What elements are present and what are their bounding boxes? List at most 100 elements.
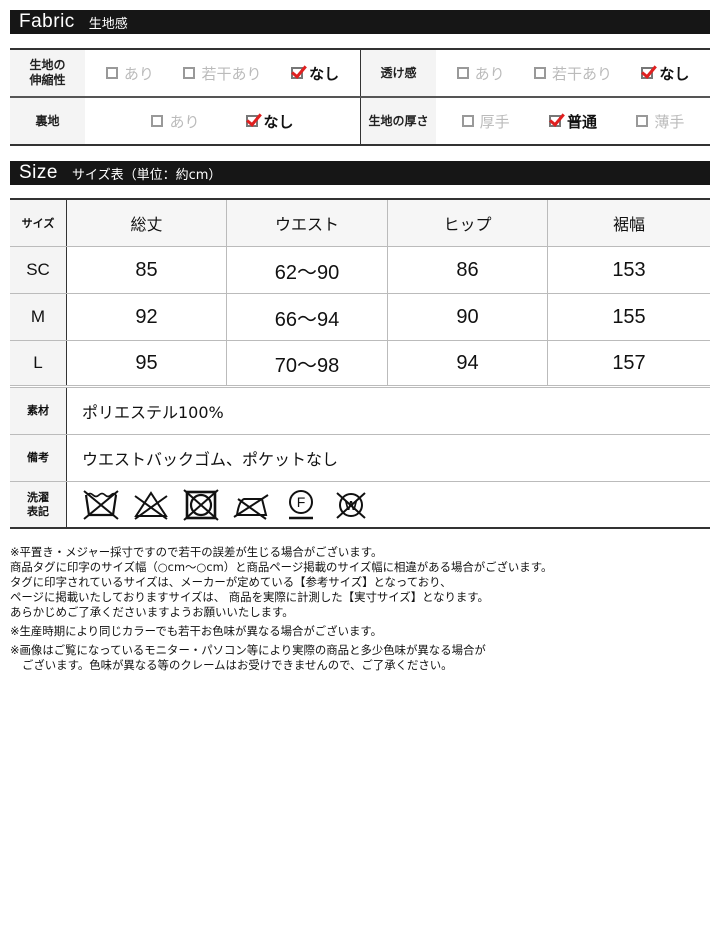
- checkbox-checked-icon: [245, 115, 258, 127]
- option-label: 厚手: [479, 112, 510, 131]
- option-label: あり: [123, 64, 154, 83]
- table-row: L 95 70〜98 94 157: [10, 341, 710, 388]
- option-label: なし: [659, 64, 690, 83]
- sheerness-cell: 透け感 あり 若干あり なし: [361, 50, 710, 96]
- table-row: SC 85 62〜90 86 153: [10, 247, 710, 294]
- option-label: 若干あり: [201, 64, 262, 83]
- sheerness-label: 透け感: [361, 50, 436, 96]
- fabric-row: 生地の 伸縮性 あり 若干あり なし 透け感 あり 若干あり なし: [10, 50, 710, 98]
- lining-option-none[interactable]: なし: [245, 111, 294, 132]
- remarks-row: 備考 ウエストバックゴム、ポケットなし: [10, 435, 710, 482]
- checkbox-unchecked-icon: [183, 67, 196, 79]
- size-section-header: Size サイズ表（単位：約cm）: [10, 161, 710, 185]
- lining-label: 裏地: [10, 98, 85, 144]
- option-label: あり: [169, 112, 200, 131]
- cell-hip: 94: [388, 341, 548, 385]
- lining-cell: 裏地 あり なし: [10, 98, 361, 144]
- no-tumble-dry-icon: [183, 488, 219, 521]
- dry-clean-f-icon: F: [289, 489, 313, 519]
- note-line: ページに掲載いたしておりますサイズは、 商品を実際に計測した【実寸サイズ】となり…: [10, 590, 489, 604]
- stretch-label-line2: 伸縮性: [29, 73, 66, 87]
- size-title-jp: サイズ表（単位：約cm）: [71, 167, 222, 183]
- note-line: ※画像はご覧になっているモニター・パソコン等により実際の商品と多少色味が異なる場…: [10, 643, 486, 657]
- material-value: ポリエステル100%: [82, 403, 224, 422]
- material-row: 素材 ポリエステル100%: [10, 388, 710, 435]
- checkbox-checked-icon: [291, 67, 304, 79]
- no-bleach-icon: [134, 490, 168, 520]
- col-header-hip: ヒップ: [388, 200, 548, 246]
- cell-hip: 90: [388, 294, 548, 340]
- note-line: ※生産時期により同じカラーでも若干お色味が異なる場合がございます。: [10, 624, 382, 638]
- checkbox-checked-icon: [548, 115, 561, 127]
- cell-hip: 86: [388, 247, 548, 293]
- cell-hem: 153: [612, 258, 646, 281]
- no-iron-icon: [233, 493, 269, 520]
- sheer-option-none[interactable]: なし: [641, 63, 689, 84]
- svg-text:F: F: [297, 494, 306, 510]
- fabric-table: 生地の 伸縮性 あり 若干あり なし 透け感 あり 若干あり なし 裏地 あり な…: [10, 48, 710, 146]
- stretch-label-line1: 生地の: [29, 58, 66, 72]
- sheer-option-slight[interactable]: 若干あり: [533, 63, 612, 84]
- cell-length: 95: [67, 341, 227, 385]
- material-label: 素材: [10, 388, 67, 434]
- cell-hem: 155: [612, 305, 646, 328]
- remarks-label: 備考: [10, 435, 67, 481]
- checkbox-checked-icon: [641, 67, 654, 79]
- care-label: 洗濯 表記: [10, 482, 67, 527]
- thickness-option-thick[interactable]: 厚手: [461, 111, 510, 132]
- stretch-option-slight[interactable]: 若干あり: [183, 63, 261, 84]
- care-label-line2: 表記: [27, 504, 49, 518]
- cell-waist: 70〜98: [227, 341, 388, 385]
- checkbox-unchecked-icon: [461, 115, 474, 127]
- checkbox-unchecked-icon: [151, 115, 164, 127]
- table-row: M 92 66〜94 90 155: [10, 294, 710, 341]
- no-wet-clean-icon: W: [336, 491, 366, 519]
- sheer-option-yes[interactable]: あり: [456, 63, 505, 84]
- fabric-section-header: Fabric 生地感: [10, 10, 710, 34]
- size-name: L: [10, 341, 67, 385]
- checkbox-unchecked-icon: [105, 67, 118, 79]
- size-name: SC: [10, 247, 67, 293]
- size-table-header: サイズ 総丈 ウエスト ヒップ 裾幅: [10, 200, 710, 247]
- thickness-cell: 生地の厚さ 厚手 普通 薄手: [361, 98, 710, 144]
- note-line: タグに印字されているサイズは、メーカーが定めている【参考サイズ】となっており、: [10, 575, 452, 589]
- note-line: ございます。色味が異なる等のクレームはお受けできませんので、ご了承ください。: [22, 658, 453, 672]
- stretch-option-none[interactable]: なし: [291, 63, 339, 84]
- checkbox-unchecked-icon: [533, 67, 546, 79]
- cell-waist: 62〜90: [227, 247, 388, 293]
- option-label: なし: [309, 64, 340, 83]
- lining-option-yes[interactable]: あり: [151, 111, 200, 132]
- option-label: なし: [263, 112, 294, 131]
- cell-length: 85: [67, 247, 227, 293]
- fabric-title-jp: 生地感: [88, 16, 128, 32]
- size-title-en: Size: [19, 162, 58, 183]
- col-header-size: サイズ: [10, 200, 67, 246]
- option-label: 薄手: [654, 112, 685, 131]
- stretch-option-yes[interactable]: あり: [105, 63, 154, 84]
- cell-waist: 66〜94: [227, 294, 388, 340]
- size-table: サイズ 総丈 ウエスト ヒップ 裾幅 SC 85 62〜90 86 153 M …: [10, 198, 710, 529]
- no-wash-icon: [83, 489, 119, 520]
- stretch-label: 生地の 伸縮性: [10, 50, 85, 96]
- remarks-value: ウエストバックゴム、ポケットなし: [82, 450, 339, 469]
- option-label: 普通: [566, 112, 597, 131]
- col-header-length: 総丈: [67, 200, 227, 246]
- option-label: 若干あり: [551, 64, 612, 83]
- col-header-waist: ウエスト: [227, 200, 388, 246]
- size-notes: ※平置き・メジャー採寸ですので若干の誤差が生じる場合がございます。 商品タグに印…: [10, 545, 710, 673]
- checkbox-unchecked-icon: [456, 67, 469, 79]
- option-label: あり: [474, 64, 505, 83]
- cell-length: 92: [67, 294, 227, 340]
- cell-hem: 157: [612, 351, 646, 374]
- note-line: 商品タグに印字のサイズ幅（○cm〜○cm）と商品ページ掲載のサイズ幅に相違がある…: [10, 560, 553, 574]
- thickness-label: 生地の厚さ: [361, 98, 436, 144]
- note-line: あらかじめご了承くださいますようお願いいたします。: [10, 605, 294, 619]
- thickness-option-normal[interactable]: 普通: [548, 111, 597, 132]
- fabric-row: 裏地 あり なし 生地の厚さ 厚手 普通 薄手: [10, 98, 710, 146]
- thickness-option-thin[interactable]: 薄手: [636, 111, 684, 132]
- size-name: M: [10, 294, 67, 340]
- note-line: ※平置き・メジャー採寸ですので若干の誤差が生じる場合がございます。: [10, 545, 383, 559]
- stretch-cell: 生地の 伸縮性 あり 若干あり なし: [10, 50, 361, 96]
- fabric-title-en: Fabric: [19, 11, 75, 32]
- care-row: 洗濯 表記 F: [10, 482, 710, 529]
